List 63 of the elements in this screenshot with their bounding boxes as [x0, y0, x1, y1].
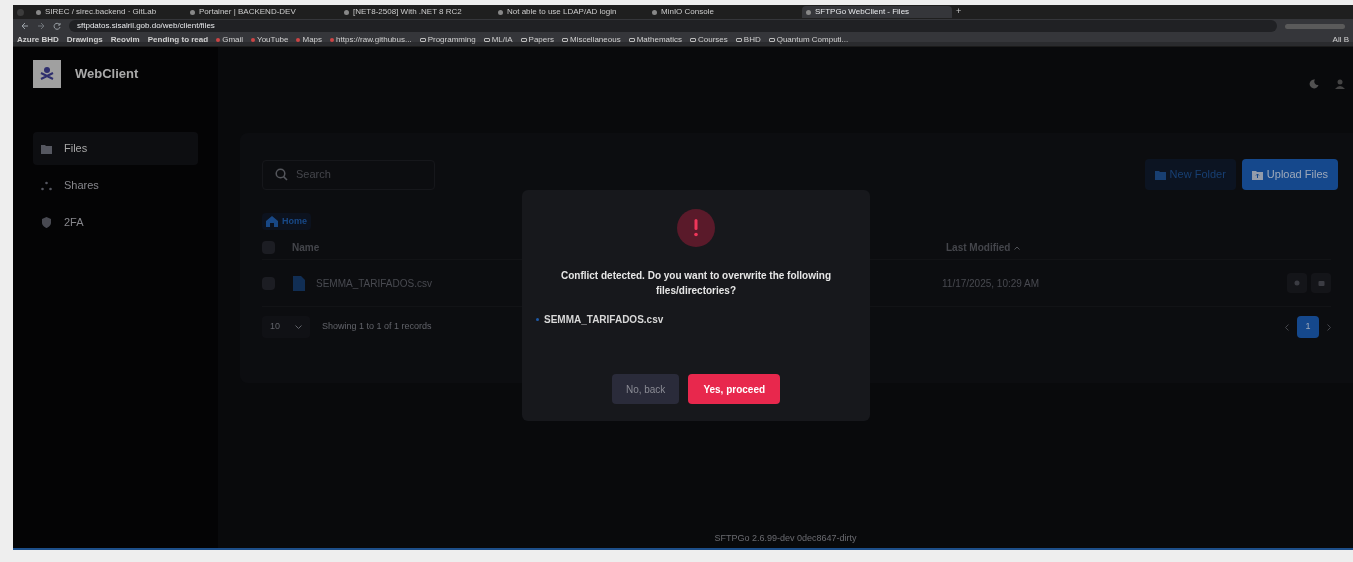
back-icon[interactable]: [21, 22, 29, 30]
folder-plus-icon: [1154, 169, 1166, 180]
bookmark-link[interactable]: BHD: [735, 33, 761, 46]
bookmark-link[interactable]: Drawings: [66, 33, 103, 46]
page-button[interactable]: 1: [1297, 316, 1319, 338]
search-icon: [275, 168, 288, 181]
nav-item[interactable]: Shares: [33, 169, 198, 202]
warning-icon: [677, 209, 715, 247]
browser-tab[interactable]: SIREC / sirec.backend · GitLab: [32, 6, 182, 18]
chevron-down-icon: [295, 325, 302, 329]
bookmark-link[interactable]: Maps: [296, 33, 323, 46]
sort-up-icon[interactable]: [1014, 245, 1021, 250]
all-bookmarks-link[interactable]: All B: [1332, 33, 1349, 46]
conflict-message: Conflict detected. Do you want to overwrite the following files/directories?: [560, 269, 832, 298]
new-tab-button[interactable]: +: [956, 5, 962, 19]
bookmark-link[interactable]: YouTube: [251, 33, 289, 46]
bookmark-link[interactable]: https://raw.githubus...: [330, 33, 412, 46]
nav-item[interactable]: 2FA: [33, 206, 198, 239]
browser-tab[interactable]: [NET8-2508] With .NET 8 RC2: [340, 6, 490, 18]
share-button[interactable]: [1287, 273, 1307, 293]
folder-icon: [41, 143, 52, 154]
bookmark-link[interactable]: Reovim: [110, 33, 140, 46]
browser-tab[interactable]: MinIO Console: [648, 6, 798, 18]
browser-tab[interactable]: Portainer | BACKEND-DEV: [186, 6, 336, 18]
brand-name: WebClient: [75, 65, 139, 84]
square-icon: [1317, 279, 1325, 287]
address-bar[interactable]: sftpdatos.sisalril.gob.do/web/client/files: [69, 20, 1277, 32]
forward-icon[interactable]: [37, 22, 45, 30]
delete-button[interactable]: [1311, 273, 1331, 293]
bullet-icon: [536, 318, 539, 321]
modified-date: 11/17/2025, 10:29 AM: [942, 276, 1041, 291]
bookmark-link[interactable]: Gmail: [216, 33, 244, 46]
records-summary: Showing 1 to 1 of 1 records: [322, 320, 432, 334]
shield-icon: [41, 217, 52, 228]
bookmark-link[interactable]: Azure BHD: [17, 33, 59, 46]
bookmark-link[interactable]: Miscellaneous: [561, 33, 621, 46]
bookmark-link[interactable]: Mathematics: [628, 33, 682, 46]
conflict-file-name: SEMMA_TARIFADOS.csv: [544, 313, 664, 327]
nav-item[interactable]: Files: [33, 132, 198, 165]
cancel-button[interactable]: No, back: [611, 374, 680, 404]
bookmark-link[interactable]: Quantum Computi...: [768, 33, 849, 46]
home-icon: [266, 216, 278, 227]
confirm-button[interactable]: Yes, proceed: [688, 374, 781, 404]
chevron-right-icon[interactable]: [1327, 323, 1331, 331]
bookmark-link[interactable]: ML/IA: [483, 33, 513, 46]
bookmark-link[interactable]: Pending to read: [147, 33, 209, 46]
browser-tab[interactable]: Not able to use LDAP/AD login: [494, 6, 644, 18]
dot-icon: [1294, 280, 1300, 286]
chevron-left-icon[interactable]: [1285, 323, 1289, 331]
browser-tab[interactable]: SFTPGo WebClient - Files: [802, 6, 952, 18]
logo-icon: [33, 60, 61, 88]
user-icon[interactable]: [1335, 79, 1345, 89]
moon-icon[interactable]: [1309, 79, 1319, 89]
upload-files-button[interactable]: Upload Files: [1241, 159, 1338, 190]
bookmark-link[interactable]: Papers: [520, 33, 554, 46]
reload-icon[interactable]: [53, 22, 61, 30]
dots-icon: [41, 180, 52, 191]
bookmark-link[interactable]: Programming: [419, 33, 476, 46]
version-footer: SFTPGo 2.6.99-dev 0dec8647-dirty: [714, 532, 857, 548]
tab-search-icon[interactable]: [17, 8, 24, 16]
folder-upload-icon: [1251, 169, 1263, 180]
bookmark-link[interactable]: Courses: [690, 33, 728, 46]
file-icon: [293, 275, 305, 291]
